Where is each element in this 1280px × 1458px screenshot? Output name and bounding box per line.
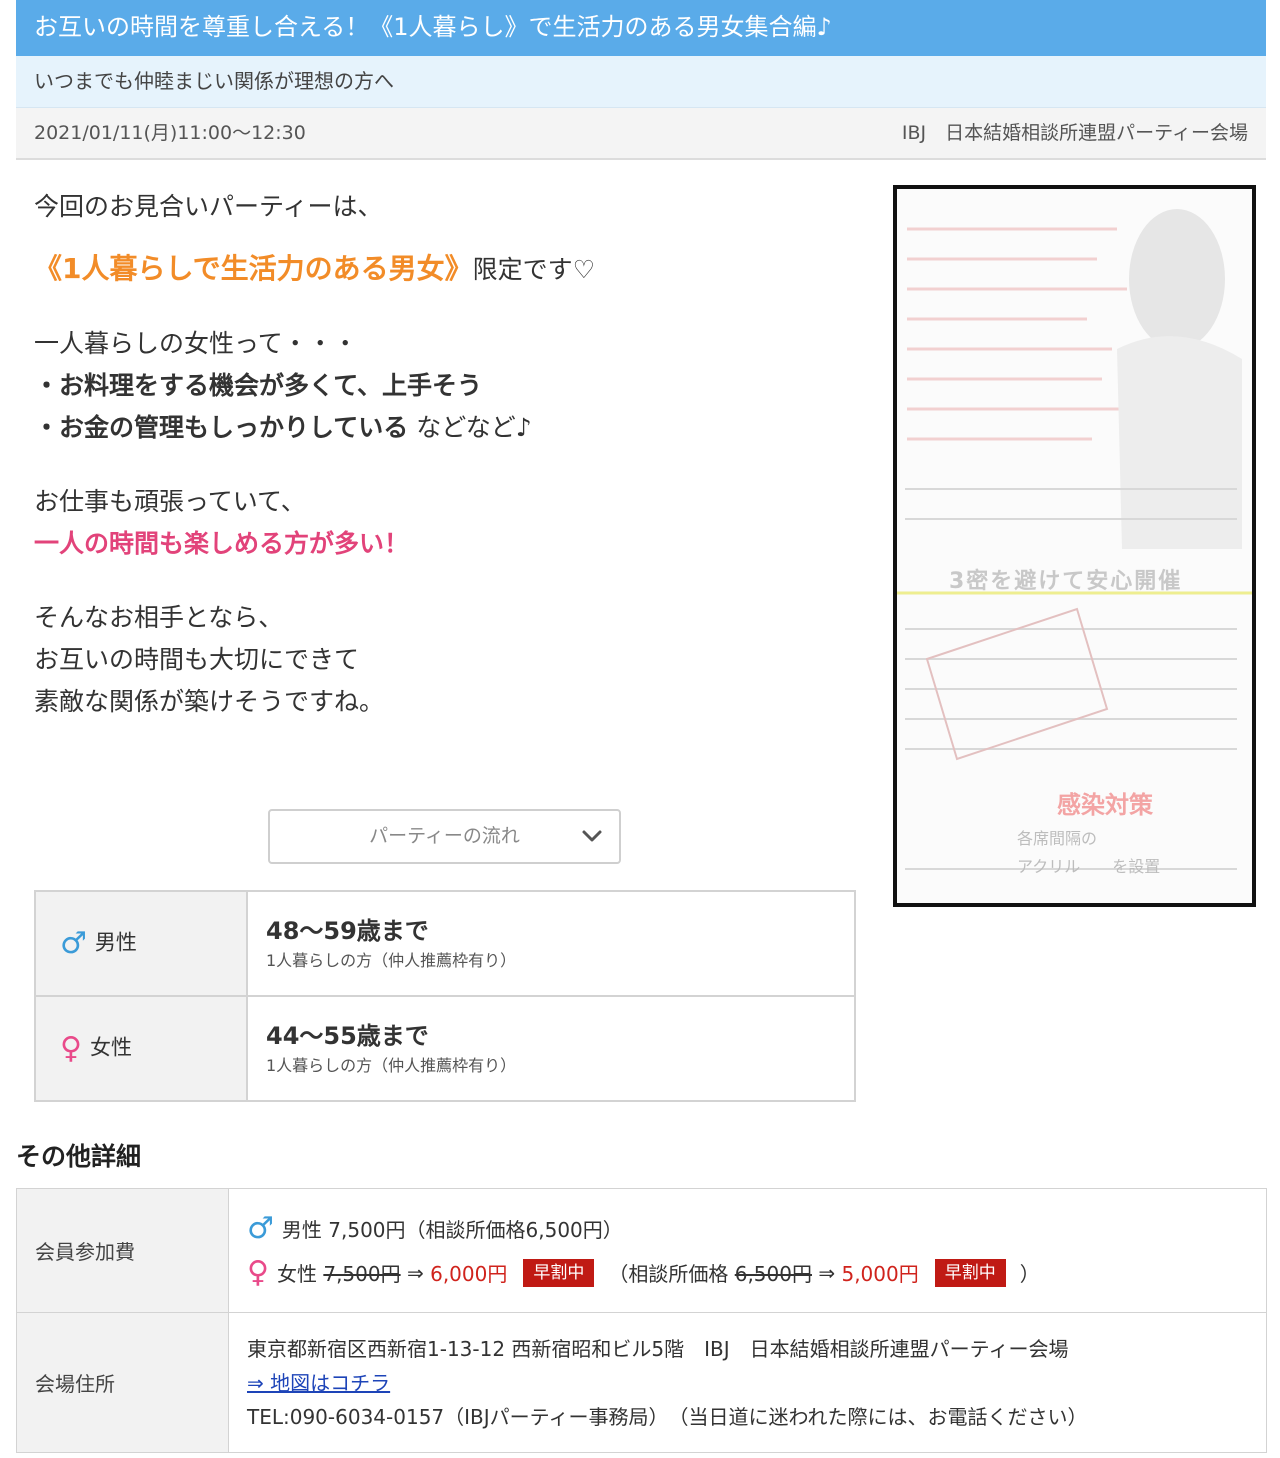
male-label-cell: ♂ 男性 <box>34 890 248 997</box>
flyer-caption: アクリル を設置 <box>1017 857 1161 876</box>
male-icon: ♂ <box>60 926 87 961</box>
male-age-range: 48〜59歳まで <box>266 916 429 945</box>
male-requirement-cell: 48〜59歳まで 1人暮らしの方（仲人推薦枠有り） <box>246 890 856 997</box>
female-fee-old: 7,500円 <box>323 1262 401 1286</box>
flyer-caption: 3密を避けて安心開催 <box>949 569 1183 594</box>
party-subtitle: いつまでも仲睦まじい関係が理想の方へ <box>16 56 1266 108</box>
early-discount-badge: 早割中 <box>934 1258 1006 1287</box>
male-fee-line: ♂ 男性 7,500円（相談所価格6,500円） <box>247 1207 1266 1251</box>
agency-price-new: 5,000円 <box>841 1262 919 1286</box>
female-label-cell: ♀ 女性 <box>34 995 248 1102</box>
party-flow-dropdown[interactable]: パーティーの流れ <box>268 809 621 864</box>
intro-line: お仕事も頑張っていて、 <box>34 487 306 516</box>
flyer-caption: 感染対策 <box>1057 791 1153 819</box>
agency-price-close: ） <box>1019 1262 1040 1286</box>
intro-line: お互いの時間も大切にできて <box>34 645 360 674</box>
venue-address: 東京都新宿区西新宿1-13-12 西新宿昭和ビル5階 IBJ 日本結婚相談所連盟… <box>247 1336 1069 1361</box>
fee-arrow: ⇒ <box>406 1260 424 1285</box>
early-discount-badge: 早割中 <box>523 1258 595 1287</box>
intro-line: 素敵な関係が築けそうですね。 <box>34 687 385 716</box>
male-label: 男性 <box>94 930 137 955</box>
female-icon: ♀ <box>247 1255 269 1290</box>
table-row: 会場住所 東京都新宿区西新宿1-13-12 西新宿昭和ビル5階 IBJ 日本結婚… <box>16 1312 1267 1453</box>
venue-tel: TEL:090-6034-0157（IBJパーティー事務局） （当日道に迷われた… <box>247 1404 1088 1429</box>
date-venue-bar: 2021/01/11(月)11:00〜12:30 IBJ 日本結婚相談所連盟パー… <box>16 108 1266 160</box>
age-requirements-table: ♂ 男性 48〜59歳まで 1人暮らしの方（仲人推薦枠有り） ♀ 女性 44〜55歳… <box>34 890 856 1102</box>
fee-arrow: ⇒ <box>818 1260 836 1285</box>
table-row: ♂ 男性 48〜59歳まで 1人暮らしの方（仲人推薦枠有り） <box>34 890 856 997</box>
table-row: 会員参加費 ♂ 男性 7,500円（相談所価格6,500円） ♀ 女性 7,50… <box>16 1188 1267 1313</box>
other-details-heading: その他詳細 <box>16 1142 142 1171</box>
intro-line: 今回のお見合いパーティーは、 <box>34 192 383 221</box>
female-requirement-cell: 44〜55歳まで 1人暮らしの方（仲人推薦枠有り） <box>246 995 856 1102</box>
table-row: ♀ 女性 44〜55歳まで 1人暮らしの方（仲人推薦枠有り） <box>34 995 856 1102</box>
party-flow-dropdown-label: パーティーの流れ <box>369 825 520 847</box>
female-icon: ♀ <box>60 1031 82 1066</box>
intro-highlight: 《1人暮らしで生活力のある男女》 <box>34 252 473 285</box>
intro-text: 今回のお見合いパーティーは、 《1人暮らしで生活力のある男女》限定です♡ 一人暮… <box>34 186 854 723</box>
party-datetime: 2021/01/11(月)11:00〜12:30 <box>34 122 306 144</box>
female-fee-new: 6,000円 <box>430 1262 508 1286</box>
intro-highlight-suffix: 限定です♡ <box>472 255 596 284</box>
female-label: 女性 <box>89 1035 132 1060</box>
flyer-caption: 各席間隔の <box>1017 829 1098 848</box>
intro-pink-line: 一人の時間も楽しめる方が多い！ <box>34 529 410 558</box>
intro-bullet-suffix: などなど♪ <box>408 413 532 442</box>
female-fee-label: 女性 <box>276 1262 317 1286</box>
chevron-down-icon <box>582 830 602 842</box>
fee-content: ♂ 男性 7,500円（相談所価格6,500円） ♀ 女性 7,500円 ⇒ 6… <box>228 1188 1267 1313</box>
party-title: お互いの時間を尊重し合える！《1人暮らし》で生活力のある男女集合編♪ <box>16 0 1266 56</box>
address-content: 東京都新宿区西新宿1-13-12 西新宿昭和ビル5階 IBJ 日本結婚相談所連盟… <box>228 1312 1267 1453</box>
agency-price-prefix: （相談所価格 <box>608 1262 729 1286</box>
other-details-table: 会員参加費 ♂ 男性 7,500円（相談所価格6,500円） ♀ 女性 7,50… <box>16 1188 1267 1453</box>
intro-bullet: ・お料理をする機会が多くて、上手そう <box>34 371 483 400</box>
female-fee-line: ♀ 女性 7,500円 ⇒ 6,000円 早割中 （相談所価格 6,500円 ⇒… <box>247 1251 1266 1295</box>
party-flyer-image: 3密を避けて安心開催 感染対策 各席間隔の アクリル を設置 <box>893 185 1256 907</box>
address-label: 会場住所 <box>16 1312 229 1453</box>
male-fee-text: 男性 7,500円（相談所価格6,500円） <box>281 1218 623 1242</box>
agency-price-old: 6,500円 <box>734 1262 812 1286</box>
female-age-range: 44〜55歳まで <box>266 1021 429 1050</box>
male-condition: 1人暮らしの方（仲人推薦枠有り） <box>266 950 517 970</box>
intro-bullet-line: ・お金の管理もしっかりしている などなど♪ <box>34 407 854 449</box>
female-condition: 1人暮らしの方（仲人推薦枠有り） <box>266 1055 517 1075</box>
intro-bullet: ・お金の管理もしっかりしている <box>34 413 409 442</box>
map-link[interactable]: ⇒ 地図はコチラ <box>247 1371 390 1395</box>
intro-line: そんなお相手となら、 <box>34 603 284 632</box>
fee-label: 会員参加費 <box>16 1188 229 1313</box>
intro-highlight-line: 《1人暮らしで生活力のある男女》限定です♡ <box>34 248 854 291</box>
intro-line: 一人暮らしの女性って・・・ <box>34 329 358 358</box>
party-venue: IBJ 日本結婚相談所連盟パーティー会場 <box>901 122 1248 144</box>
male-icon: ♂ <box>247 1211 274 1246</box>
